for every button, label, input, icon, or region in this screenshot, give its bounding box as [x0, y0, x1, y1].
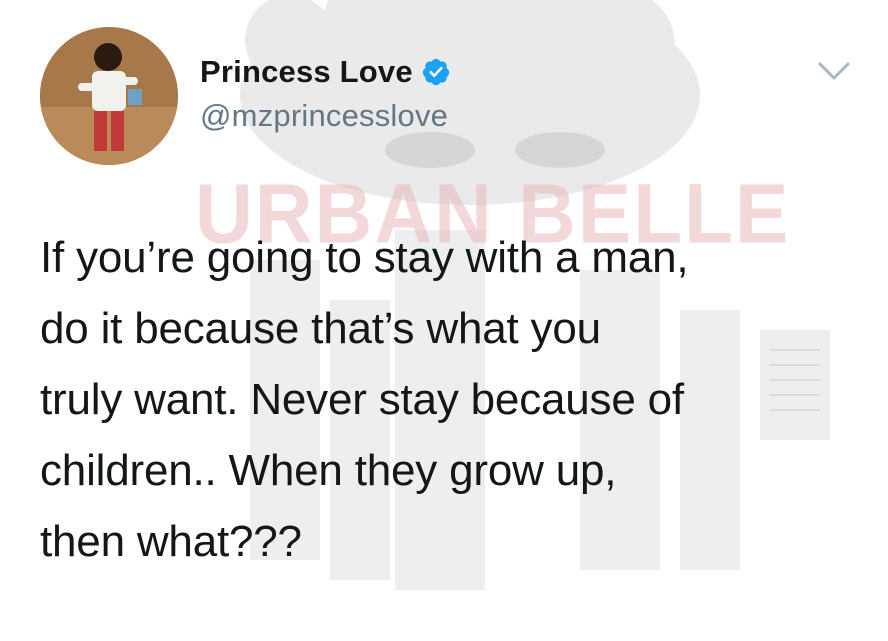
- tweet-card: URBAN BELLE Princess Love @mzprincesslov…: [0, 0, 888, 641]
- display-name[interactable]: Princess Love: [200, 54, 413, 90]
- avatar[interactable]: [40, 27, 178, 165]
- chevron-down-icon: [818, 62, 850, 80]
- tweet-menu-button[interactable]: [814, 56, 854, 86]
- avatar-photo: [40, 27, 178, 165]
- verified-badge-icon: [421, 57, 451, 87]
- display-name-row: Princess Love: [200, 52, 451, 92]
- user-block: Princess Love @mzprincesslove: [200, 52, 451, 134]
- tweet-text: If you’re going to stay with a man, do i…: [40, 233, 689, 566]
- user-handle[interactable]: @mzprincesslove: [200, 98, 451, 134]
